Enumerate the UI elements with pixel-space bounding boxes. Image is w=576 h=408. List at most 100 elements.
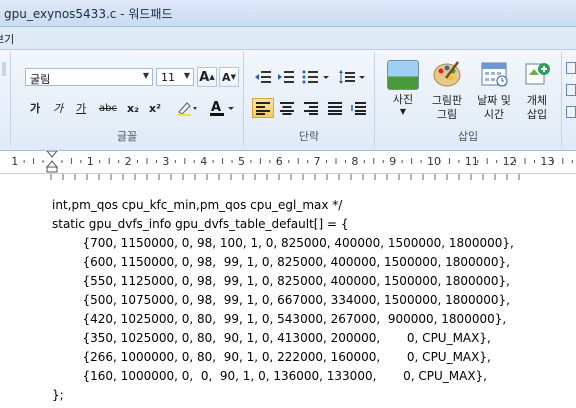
find-icon[interactable]	[566, 62, 576, 74]
decrease-indent-icon	[255, 71, 271, 83]
ruler[interactable]: 1 1 2 3 4 5 6 7 8 9 10 11 12 13	[0, 151, 576, 174]
ruler-tick	[496, 160, 498, 163]
calendar-clock-icon	[481, 62, 508, 87]
justify-button[interactable]	[324, 98, 346, 118]
paint-palette-icon	[433, 61, 461, 87]
align-left-button[interactable]	[252, 98, 274, 118]
ruler-tick	[222, 158, 224, 164]
ruler-label: 5	[238, 155, 245, 168]
ruler-tick	[401, 160, 403, 163]
subscript-button[interactable]: x₂	[123, 98, 143, 118]
align-center-button[interactable]	[276, 98, 298, 118]
insert-picture-button[interactable]: 사진 ▼	[381, 58, 425, 138]
replace-icon[interactable]	[566, 84, 576, 96]
ruler-tick	[155, 160, 157, 163]
superscript-button[interactable]: x²	[145, 98, 165, 118]
code-line[interactable]: {500, 1075000, 0, 98, 99, 1, 0, 667000, …	[52, 293, 510, 307]
increase-indent-button[interactable]	[275, 67, 297, 87]
ruler-tick	[524, 158, 526, 164]
insert-group-label: 삽입	[457, 130, 479, 143]
font-color-button[interactable]: A	[205, 98, 239, 118]
align-right-button[interactable]	[300, 98, 322, 118]
chevron-down-icon: ▼	[142, 71, 149, 80]
title-bar: gpu_exynos5433.c - 워드패드	[0, 0, 576, 27]
code-line[interactable]: {350, 1025000, 0, 80, 90, 1, 0, 413000, …	[52, 331, 491, 345]
select-all-icon[interactable]	[566, 106, 576, 118]
ruler-label: 4	[200, 155, 208, 168]
insert-paint-label: 그림판 그림	[431, 94, 463, 121]
ruler-label: 1	[11, 155, 19, 168]
ruler-tick	[363, 160, 365, 163]
ruler-tick	[118, 160, 120, 163]
ruler-tick	[184, 158, 186, 164]
font-group-label: 글꼴	[116, 130, 138, 143]
bold-button[interactable]: 가	[25, 98, 45, 118]
code-line[interactable]: {266, 1000000, 0, 80, 90, 1, 0, 222000, …	[52, 350, 491, 364]
ruler-tick	[212, 160, 214, 163]
ruler-tick	[326, 160, 328, 163]
font-family-combo[interactable]: 굴림 ▼	[25, 68, 153, 86]
highlight-color-button[interactable]	[171, 98, 201, 118]
line-spacing-icon	[339, 70, 365, 84]
insert-paint-button[interactable]: 그림판 그림	[425, 58, 469, 138]
ruler-tick	[297, 158, 299, 164]
italic-button[interactable]: 가	[48, 98, 68, 118]
ruler-label: 6	[275, 155, 283, 168]
ruler-tick	[335, 158, 337, 164]
bullet-list-icon	[302, 70, 329, 84]
clipped-line-fragment	[50, 174, 520, 180]
underline-button[interactable]: 가	[71, 98, 91, 118]
paragraph-settings-button[interactable]	[348, 98, 370, 118]
ruler-tick	[269, 160, 271, 163]
grow-font-icon: A	[199, 69, 210, 85]
ruler-label: 11	[464, 155, 479, 168]
code-line[interactable]: static gpu_dvfs_info gpu_dvfs_table_defa…	[52, 217, 348, 231]
code-line[interactable]: int,pm_qos cpu_kfc_min,pm_qos cpu_egl_ma…	[52, 198, 342, 212]
ribbon-tab-row: 보기	[0, 27, 576, 50]
insert-datetime-button[interactable]: 날짜 및 시간	[469, 58, 519, 138]
align-right-icon	[304, 102, 318, 115]
ruler-tick	[373, 158, 375, 164]
ruler-label: 3	[162, 155, 170, 168]
grow-font-button[interactable]: A ▲	[197, 67, 217, 87]
line-spacing-button[interactable]	[336, 67, 368, 87]
ribbon: 굴림 ▼ 11 ▼ A ▲ A ▼ 가 가 가 abc x₂ x² A 글꼴 단…	[0, 50, 576, 151]
decrease-indent-button[interactable]	[252, 67, 274, 87]
svg-text:A: A	[211, 100, 221, 115]
bullet-list-button[interactable]	[300, 67, 332, 87]
ruler-tick	[23, 160, 25, 163]
code-line[interactable]: };	[52, 388, 64, 402]
document-area[interactable]: int,pm_qos cpu_kfc_min,pm_qos cpu_egl_ma…	[0, 174, 576, 408]
ruler-tick	[571, 160, 573, 163]
align-center-icon	[280, 102, 294, 115]
code-line[interactable]: {550, 1125000, 0, 98, 99, 1, 0, 825000, …	[52, 274, 510, 288]
ruler-label: 13	[540, 155, 555, 168]
ruler-label: 9	[389, 155, 397, 168]
paragraph-group: 단락	[244, 52, 375, 146]
ruler-tick	[307, 160, 309, 163]
ruler-tick	[174, 160, 176, 163]
code-line[interactable]: {700, 1150000, 0, 98, 100, 1, 0, 825000,…	[52, 236, 514, 250]
ruler-tick	[146, 158, 148, 164]
font-size-combo[interactable]: 11 ▼	[156, 68, 194, 86]
shrink-font-button[interactable]: A ▼	[219, 67, 239, 87]
strikethrough-button[interactable]: abc	[95, 98, 121, 118]
code-line[interactable]: {420, 1025000, 0, 80, 99, 1, 0, 543000, …	[52, 312, 507, 326]
font-size-value: 11	[161, 71, 175, 84]
shrink-font-icon: A	[222, 70, 231, 84]
indent-marker-icon[interactable]	[46, 151, 58, 173]
ruler-tick	[193, 160, 195, 163]
tab-view[interactable]: 보기	[0, 31, 14, 47]
ruler-tick	[33, 158, 35, 164]
subscript-icon: x₂	[127, 101, 139, 115]
font-family-value: 굴림	[30, 73, 51, 86]
clipboard-icon	[2, 62, 6, 76]
code-line[interactable]: {600, 1150000, 0, 98, 99, 1, 0, 825000, …	[52, 255, 510, 269]
picture-icon	[387, 60, 419, 90]
code-line[interactable]: {160, 1000000, 0, 0, 90, 1, 0, 136000, 1…	[52, 369, 487, 383]
insert-datetime-label: 날짜 및 시간	[477, 94, 511, 121]
window-title: gpu_exynos5433.c - 워드패드	[4, 7, 173, 21]
ruler-tick	[137, 160, 139, 163]
ruler-label: 12	[502, 155, 517, 168]
insert-object-button[interactable]: 개체 삽입	[515, 58, 559, 138]
